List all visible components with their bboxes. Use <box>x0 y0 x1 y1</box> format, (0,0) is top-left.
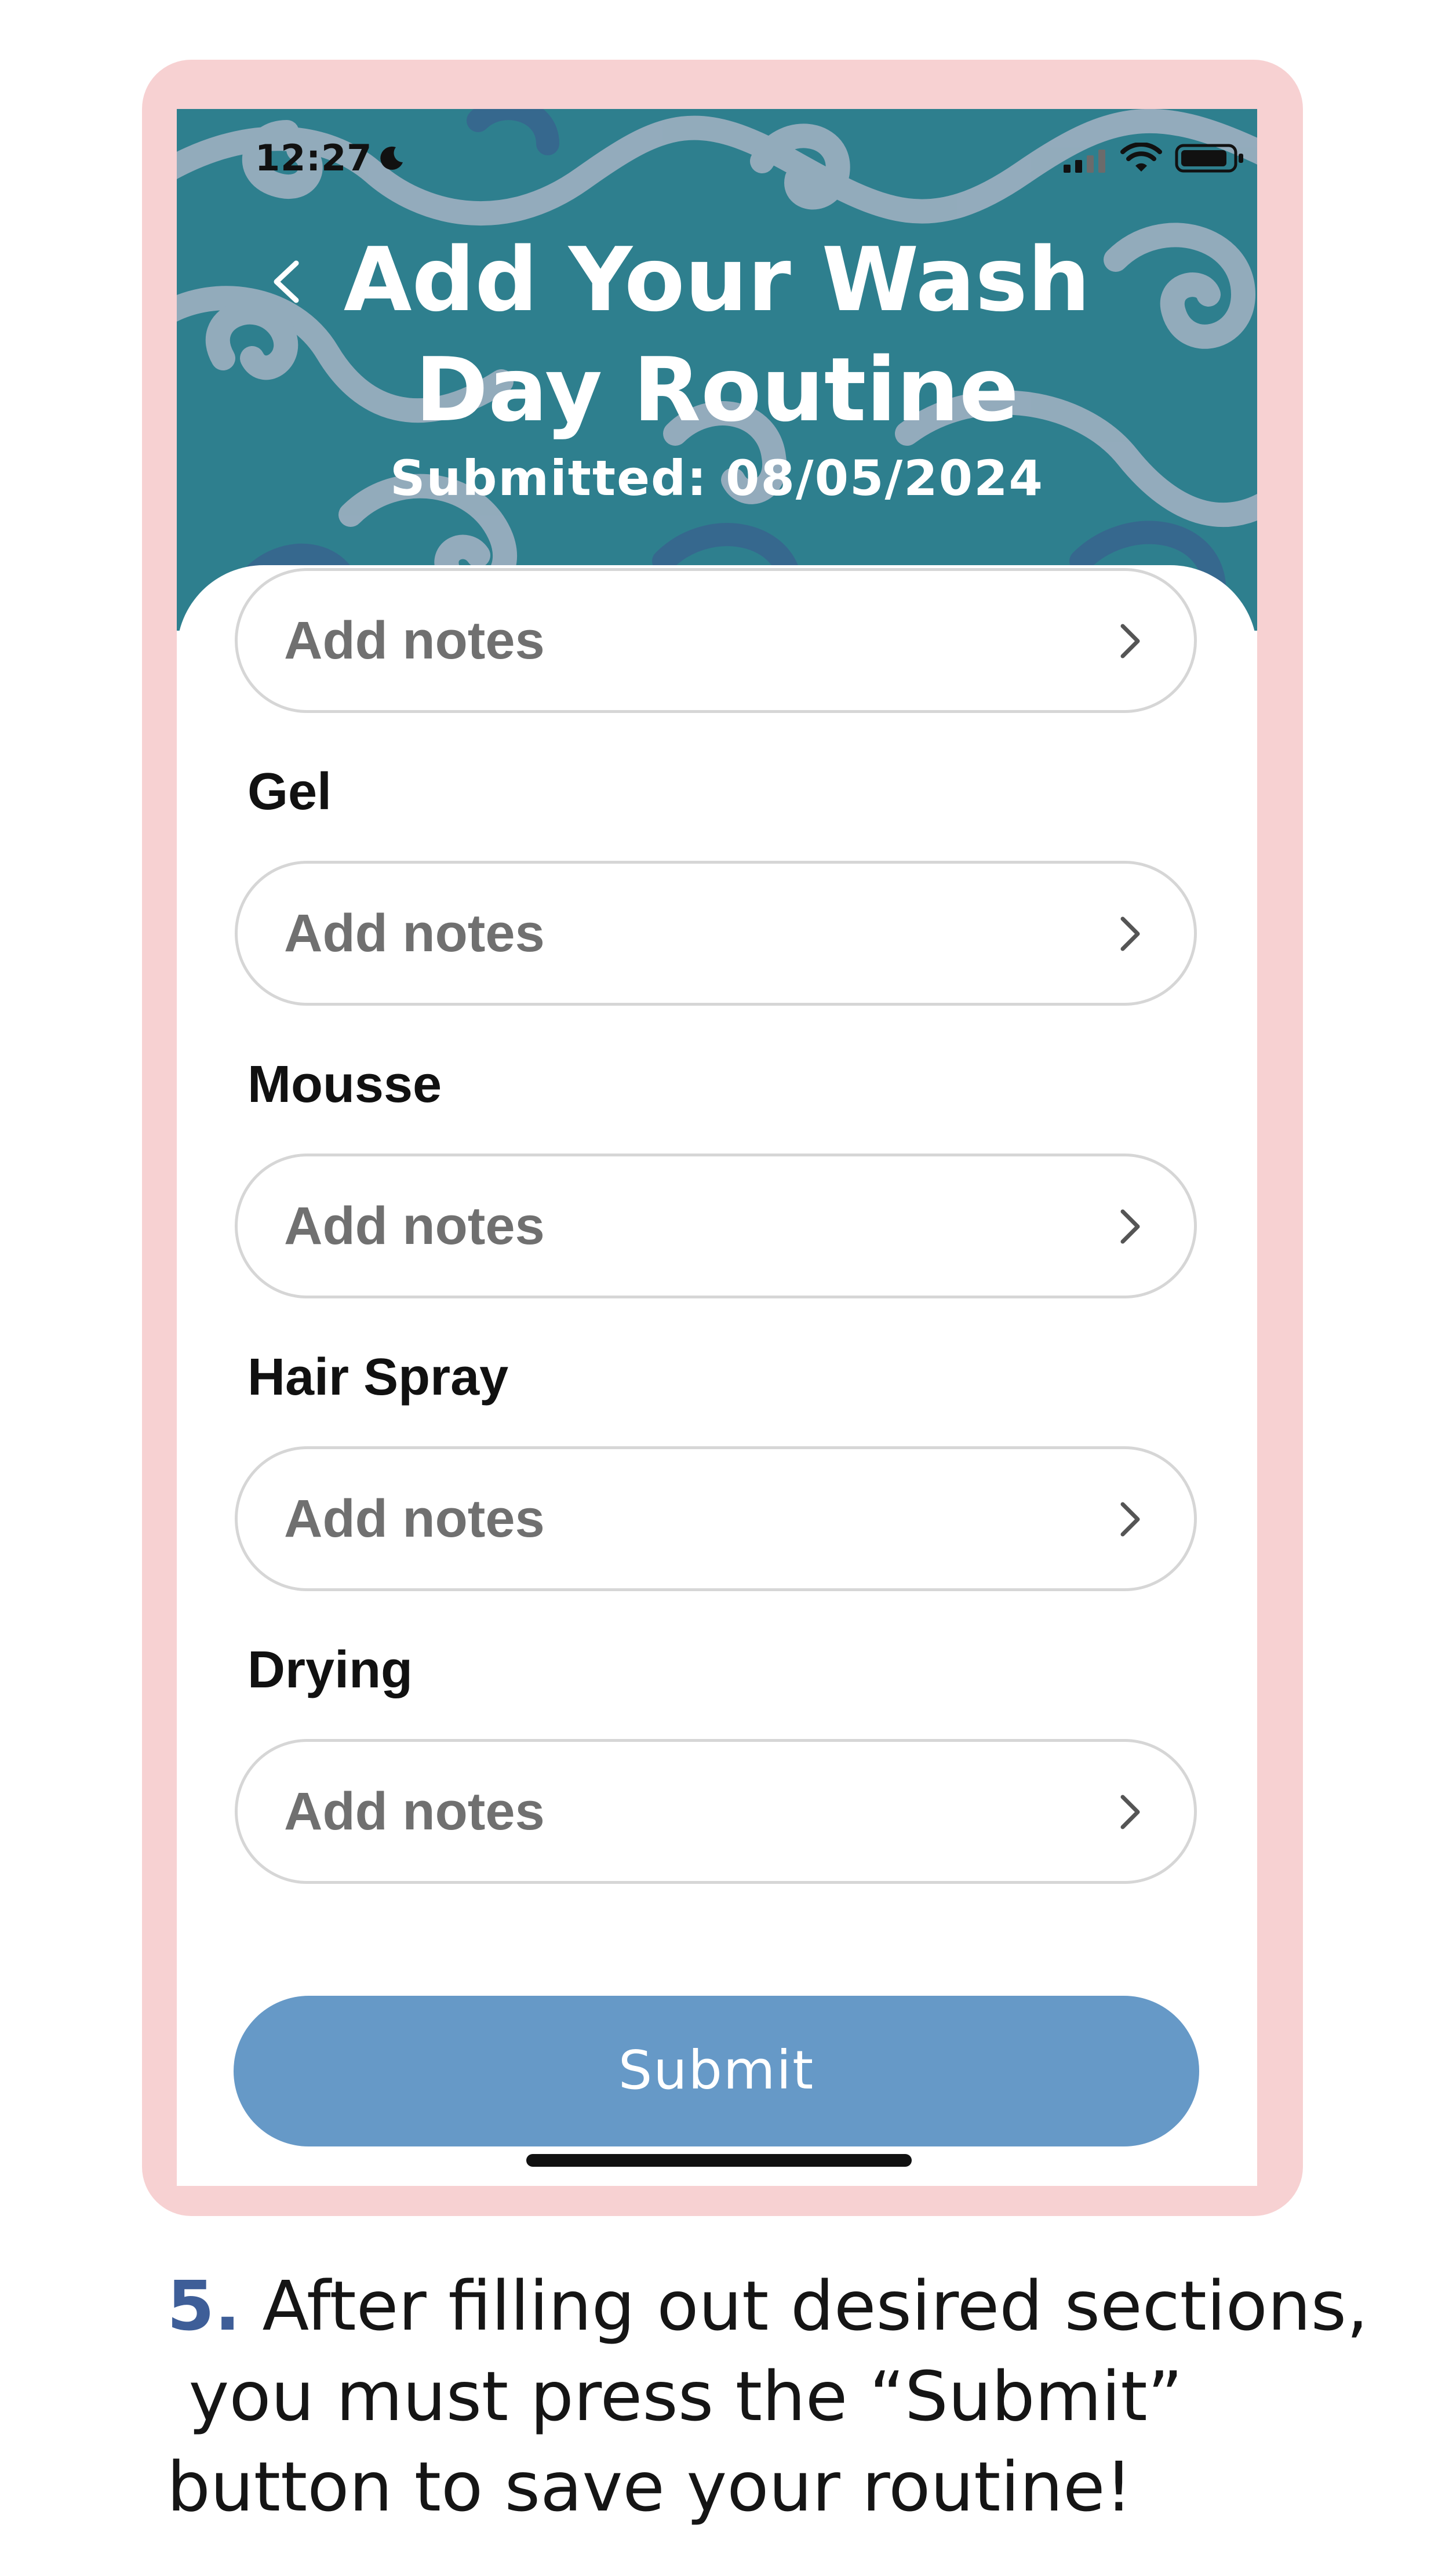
notes-field-drying[interactable]: Add notes <box>235 1739 1197 1884</box>
field-label-hair-spray: Hair Spray <box>247 1348 509 1406</box>
submit-button[interactable]: Submit <box>234 1996 1199 2146</box>
moon-icon <box>380 146 403 170</box>
submitted-date: Submitted: 08/05/2024 <box>390 450 1044 507</box>
chevron-right-icon <box>1120 1209 1140 1244</box>
step-number: 5. <box>167 2266 241 2346</box>
instruction-caption: 5. After filling out desired sections, y… <box>167 2261 1413 2532</box>
notes-field-hair-spray[interactable]: Add notes <box>235 1446 1197 1591</box>
notes-field[interactable]: Add notes <box>235 568 1197 713</box>
notes-field-placeholder: Add notes <box>284 611 545 670</box>
header-banner: 12:27 Add Your Wash Day Routine Submitte… <box>177 109 1257 631</box>
notes-field-placeholder: Add notes <box>284 904 545 963</box>
field-label-gel: Gel <box>247 763 332 821</box>
notes-field-placeholder: Add notes <box>284 1782 545 1841</box>
battery-icon <box>1175 144 1243 173</box>
submit-button-label: Submit <box>618 2039 815 2101</box>
field-label-mousse: Mousse <box>247 1056 442 1114</box>
page-title: Add Your Wash Day Routine <box>343 228 1091 441</box>
phone-screen: 12:27 Add Your Wash Day Routine Submitte… <box>177 109 1257 2186</box>
notes-field-gel[interactable]: Add notes <box>235 861 1197 1006</box>
cellular-signal-icon <box>1064 150 1105 173</box>
chevron-right-icon <box>1120 1795 1140 1829</box>
form-sheet: Add notes Gel Add notes Mousse Add notes… <box>177 565 1257 2186</box>
status-bar-time: 12:27 <box>255 137 373 179</box>
notes-field-placeholder: Add notes <box>284 1489 545 1548</box>
chevron-right-icon <box>1120 1502 1140 1537</box>
wifi-icon <box>1120 143 1162 172</box>
field-label-drying: Drying <box>247 1641 413 1699</box>
caption-line-3: button to save your routine! <box>167 2447 1133 2527</box>
chevron-right-icon <box>1120 916 1140 951</box>
notes-field-placeholder: Add notes <box>284 1196 545 1256</box>
chevron-right-icon <box>1120 624 1140 658</box>
caption-text-1: After filling out desired sections, <box>240 2266 1368 2346</box>
home-indicator <box>526 2154 912 2167</box>
notes-field-mousse[interactable]: Add notes <box>235 1154 1197 1298</box>
caption-line-2: you must press the “Submit” <box>167 2356 1183 2436</box>
caption-line-1: 5. After filling out desired sections, <box>167 2261 1413 2351</box>
